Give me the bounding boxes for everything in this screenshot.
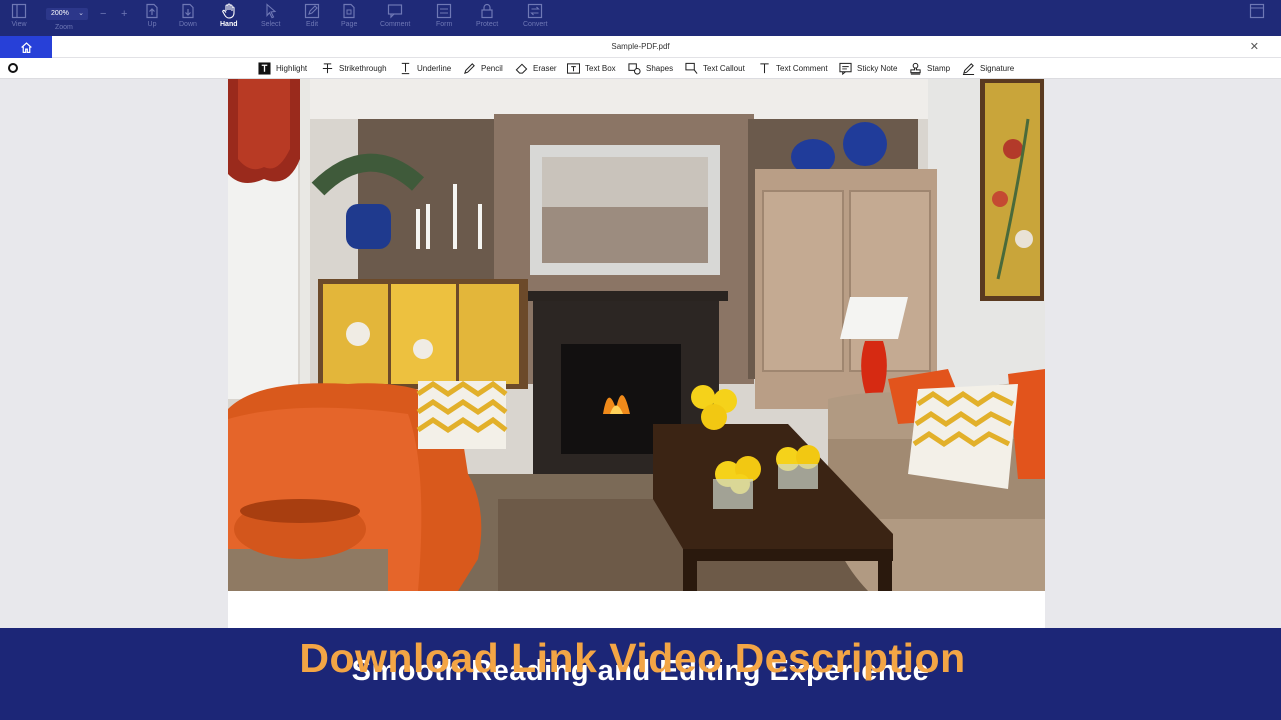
text-comment-icon <box>760 63 769 74</box>
page-button[interactable]: Page <box>341 3 357 35</box>
underline-icon <box>401 62 410 75</box>
down-label: Down <box>179 21 197 28</box>
tool-signature[interactable]: Signature <box>962 61 1014 76</box>
promo-text: Download Link Video Description <box>299 635 966 681</box>
form-label: Form <box>436 21 453 28</box>
tool-label: Text Box <box>585 64 616 73</box>
zoom-out-button[interactable]: − <box>100 8 106 20</box>
tool-label: Highlight <box>276 64 308 73</box>
convert-label: Convert <box>523 21 548 28</box>
page-label: Page <box>341 21 358 28</box>
hand-icon <box>222 3 235 19</box>
tool-label: Shapes <box>646 64 674 73</box>
stamp-icon <box>910 62 921 75</box>
tool-eraser[interactable]: Eraser <box>515 61 557 76</box>
select-button[interactable]: Select <box>261 3 280 35</box>
up-button[interactable]: Up <box>144 3 160 35</box>
tool-label: Text Comment <box>776 64 828 73</box>
view-button[interactable]: View <box>11 3 27 35</box>
hand-label: Hand <box>220 21 238 28</box>
up-label: Up <box>147 21 157 28</box>
text-box-icon <box>567 63 580 74</box>
tool-text-callout[interactable]: Text Callout <box>685 61 745 76</box>
comment-label: Comment <box>380 21 411 28</box>
tool-strikethrough[interactable]: Strikethrough <box>321 61 387 76</box>
living-room-photo <box>228 79 1045 591</box>
sidebar-toggle-button[interactable] <box>1249 3 1265 35</box>
zoom-label: Zoom <box>55 24 73 31</box>
tool-label: Underline <box>417 64 452 73</box>
tool-sticky-note[interactable]: Sticky Note <box>839 61 897 76</box>
view-icon <box>11 3 27 19</box>
tool-underline[interactable]: Underline <box>399 61 451 76</box>
tool-label: Text Callout <box>703 64 745 73</box>
tool-pencil[interactable]: Pencil <box>463 61 503 76</box>
shapes-icon <box>628 63 641 75</box>
panel-icon <box>1249 3 1265 19</box>
chevron-down-icon: ⌄ <box>78 10 84 17</box>
form-button[interactable]: Form <box>436 3 452 35</box>
page-up-icon <box>146 3 158 19</box>
signature-icon <box>962 63 975 75</box>
tab-bar: Sample-PDF.pdf ✕ <box>0 36 1281 58</box>
main-toolbar: View 200% ⌄ − + Zoom Up Down Hand Select… <box>0 0 1281 36</box>
tool-text-comment[interactable]: Text Comment <box>758 61 828 76</box>
zoom-in-button[interactable]: + <box>121 8 127 20</box>
cursor-icon <box>266 3 277 19</box>
tool-label: Pencil <box>481 64 503 73</box>
pdf-page <box>228 79 1045 628</box>
document-viewer[interactable] <box>0 79 1281 628</box>
sticky-note-icon <box>839 62 852 75</box>
page-icon <box>343 3 355 19</box>
strikethrough-icon <box>322 63 333 74</box>
document-tab-title[interactable]: Sample-PDF.pdf <box>0 36 1281 58</box>
page-down-icon <box>182 3 194 19</box>
select-label: Select <box>261 21 281 28</box>
hand-button[interactable]: Hand <box>220 3 238 35</box>
tool-label: Sticky Note <box>857 64 898 73</box>
comment-icon <box>388 4 403 19</box>
down-button[interactable]: Down <box>179 3 197 35</box>
pencil-icon <box>464 63 475 74</box>
comment-button[interactable]: Comment <box>380 3 410 35</box>
zoom-select[interactable]: 200% ⌄ <box>46 8 88 20</box>
highlight-icon <box>258 62 271 75</box>
tool-text-box[interactable]: Text Box <box>567 61 616 76</box>
zoom-value: 200% <box>51 10 69 17</box>
text-callout-icon <box>685 62 698 74</box>
protect-button[interactable]: Protect <box>476 3 498 35</box>
edit-icon <box>304 3 320 19</box>
settings-icon[interactable] <box>8 63 18 73</box>
protect-label: Protect <box>476 21 499 28</box>
tool-label: Stamp <box>927 64 951 73</box>
lock-icon <box>481 3 493 19</box>
annotation-toolbar: Highlight Strikethrough Underline Pencil… <box>0 58 1281 79</box>
view-label: View <box>11 21 27 28</box>
tool-label: Signature <box>980 64 1015 73</box>
convert-button[interactable]: Convert <box>523 3 548 35</box>
edit-button[interactable]: Edit <box>304 3 320 35</box>
edit-label: Edit <box>305 21 319 28</box>
tool-shapes[interactable]: Shapes <box>628 61 673 76</box>
tool-highlight[interactable]: Highlight <box>258 61 307 76</box>
tool-label: Strikethrough <box>339 64 387 73</box>
tool-label: Eraser <box>533 64 557 73</box>
tool-stamp[interactable]: Stamp <box>909 61 950 76</box>
eraser-icon <box>515 63 528 74</box>
form-icon <box>437 3 452 19</box>
close-tab-button[interactable]: ✕ <box>1250 36 1259 58</box>
convert-icon <box>528 3 543 19</box>
